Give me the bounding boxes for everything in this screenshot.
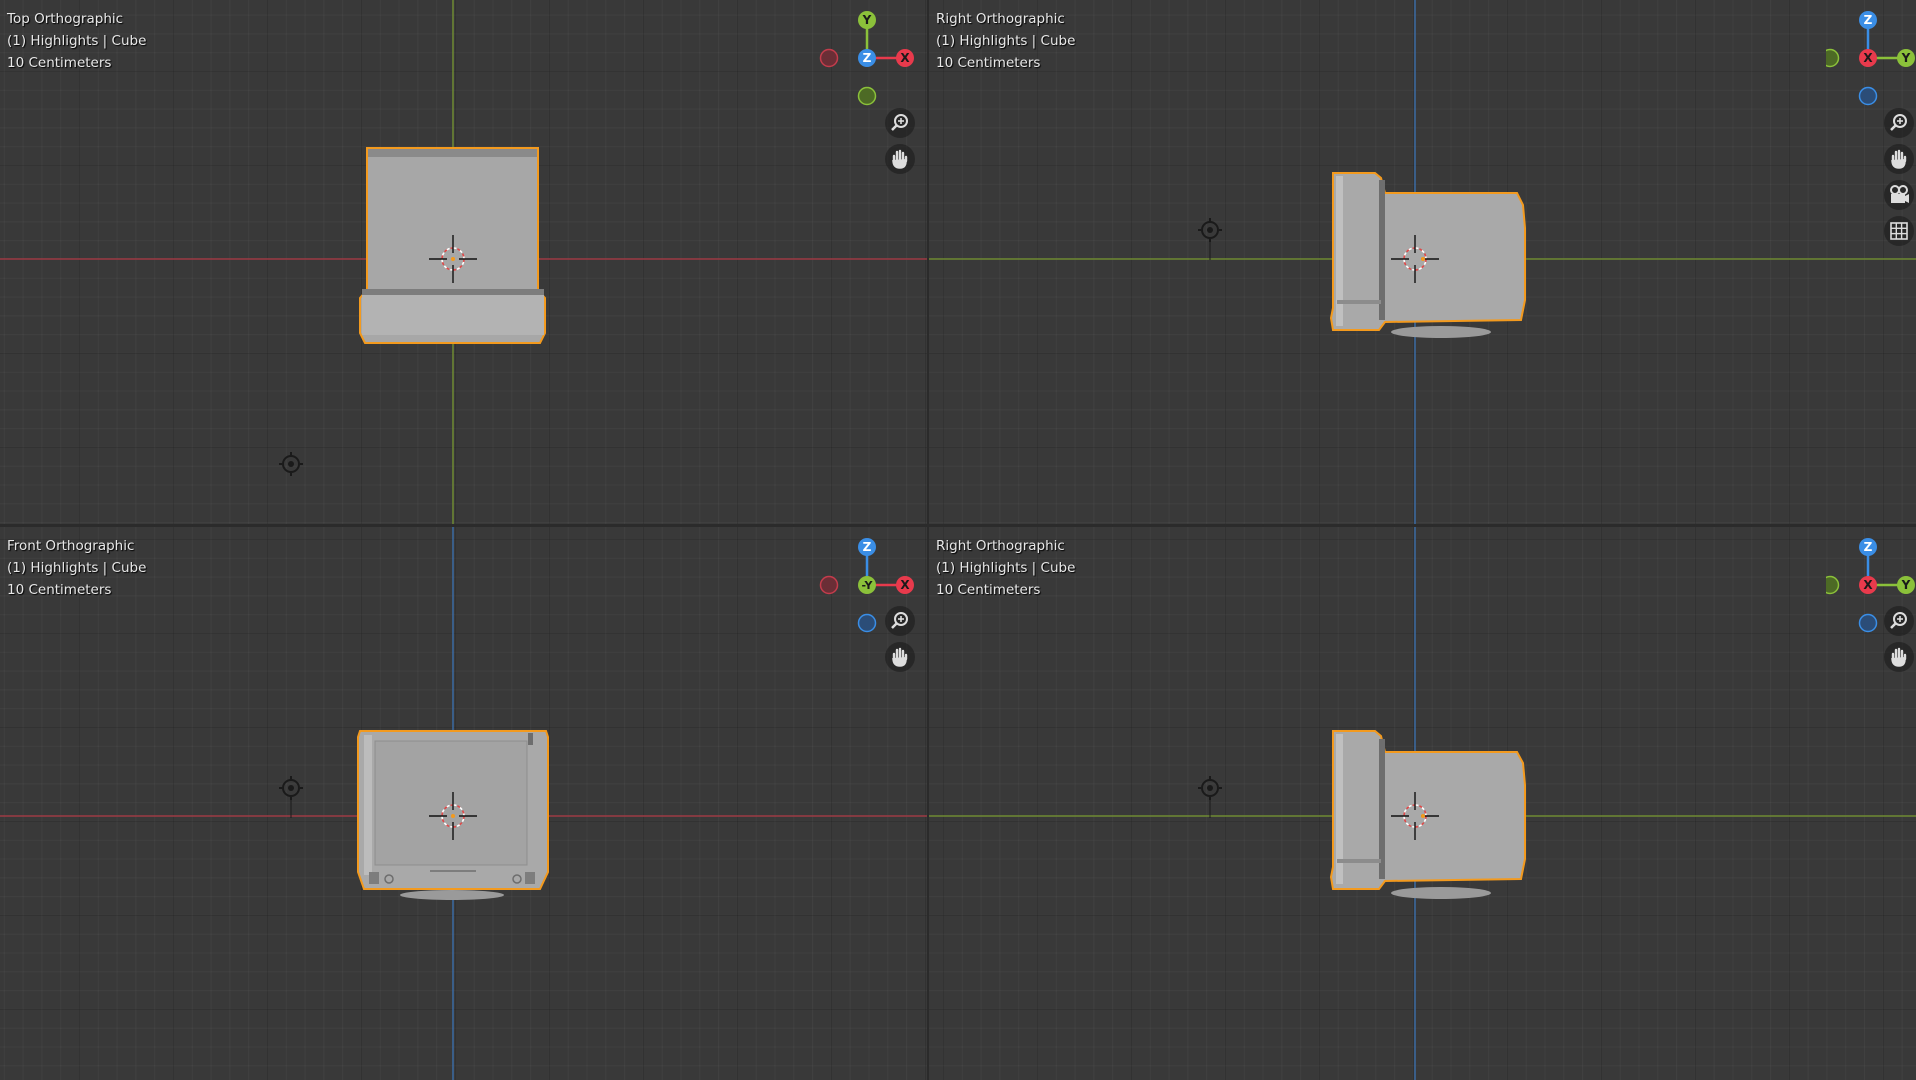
view-name: Right Orthographic <box>936 11 1065 27</box>
pan-hand-icon[interactable] <box>885 642 915 672</box>
grid-scale: 10 Centimeters <box>7 582 112 598</box>
light-object <box>279 452 303 476</box>
pan-hand-icon[interactable] <box>885 144 915 174</box>
viewport-overlay-text: Top Orthographic (1) Highlights | Cube 1… <box>7 8 146 74</box>
viewport-overlay-text: Front Orthographic (1) Highlights | Cube… <box>7 535 146 601</box>
zoom-icon[interactable] <box>885 606 915 636</box>
object-info: (1) Highlights | Cube <box>936 33 1076 49</box>
scene-view <box>929 0 1916 524</box>
neg-z-axis-handle <box>1858 86 1878 106</box>
neg-y-axis-handle <box>1826 575 1840 595</box>
view-name: Top Orthographic <box>7 11 124 27</box>
pan-hand-icon[interactable] <box>1884 642 1914 672</box>
scene-view <box>0 0 927 524</box>
object-info: (1) Highlights | Cube <box>7 33 147 49</box>
y-axis-label: Y <box>862 13 872 27</box>
perspective-grid-icon[interactable] <box>1884 216 1914 246</box>
z-axis-label: Z <box>863 540 872 554</box>
view-name: Right Orthographic <box>936 538 1065 554</box>
neg-y-axis-handle <box>1826 48 1840 68</box>
navigation-gizmo[interactable]: Z Y X <box>1826 8 1916 108</box>
y-axis-label: Y <box>1901 578 1911 592</box>
y-axis-label: Y <box>1901 51 1911 65</box>
pan-hand-icon[interactable] <box>1884 144 1914 174</box>
viewport-right-orthographic-top[interactable]: Right Orthographic (1) Highlights | Cube… <box>929 0 1916 524</box>
scene-view <box>0 527 927 1080</box>
viewport-overlay-text: Right Orthographic (1) Highlights | Cube… <box>936 8 1075 74</box>
light-object <box>279 776 303 818</box>
neg-x-axis-handle <box>819 48 839 68</box>
object-info: (1) Highlights | Cube <box>936 560 1076 576</box>
grid-scale: 10 Centimeters <box>936 582 1041 598</box>
neg-z-axis-handle <box>857 613 877 633</box>
grid-scale: 10 Centimeters <box>936 55 1041 71</box>
z-axis-label: Z <box>1864 540 1873 554</box>
zoom-icon[interactable] <box>1884 108 1914 138</box>
neg-z-axis-handle <box>1858 613 1878 633</box>
object-info: (1) Highlights | Cube <box>7 560 147 576</box>
monitor-object-side-view <box>1329 172 1526 338</box>
viewport-top-orthographic[interactable]: Top Orthographic (1) Highlights | Cube 1… <box>0 0 927 524</box>
neg-y-axis-label: -Y <box>862 579 874 592</box>
camera-view-icon[interactable] <box>1884 180 1914 210</box>
viewport-right-orthographic-bottom[interactable]: Right Orthographic (1) Highlights | Cube… <box>929 527 1916 1080</box>
scene-view <box>929 527 1916 1080</box>
light-object <box>1198 776 1222 818</box>
neg-x-axis-handle <box>819 575 839 595</box>
x-axis-label: X <box>1863 578 1873 592</box>
monitor-object-side-view <box>1329 730 1526 899</box>
x-axis-label: X <box>900 578 910 592</box>
zoom-icon[interactable] <box>1884 606 1914 636</box>
grid-scale: 10 Centimeters <box>7 55 112 71</box>
view-name: Front Orthographic <box>7 538 135 554</box>
x-axis-label: X <box>900 51 910 65</box>
navigation-gizmo[interactable]: Y X Z <box>812 8 922 108</box>
z-axis-label: Z <box>1864 13 1873 27</box>
viewport-overlay-text: Right Orthographic (1) Highlights | Cube… <box>936 535 1075 601</box>
x-axis-label: X <box>1863 51 1873 65</box>
zoom-icon[interactable] <box>885 108 915 138</box>
light-object <box>1198 218 1222 260</box>
z-axis-label: Z <box>863 51 872 65</box>
viewport-front-orthographic[interactable]: Front Orthographic (1) Highlights | Cube… <box>0 527 927 1080</box>
neg-y-axis-handle <box>857 86 877 106</box>
